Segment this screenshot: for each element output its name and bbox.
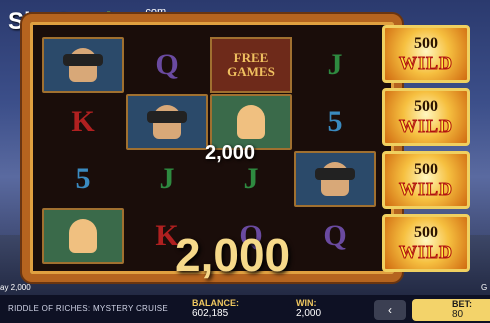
bet-button[interactable]: BET: 80 [412,299,490,321]
symbol-5: 5 [75,162,91,195]
wild-amount: 500 [414,160,438,178]
back-arrow-button[interactable]: ‹ [374,300,406,320]
win-ticker-left: ay 2,000 [0,283,31,292]
symbol-j: J [327,48,343,81]
wild-amount: 500 [414,223,438,241]
win-display: WIN: 2,000 [296,298,321,319]
symbol-j: J [159,162,175,195]
wild-amount: 500 [414,34,438,52]
wild-word: WILD [398,178,453,199]
symbol-lady [42,208,124,264]
symbol-free-games: FREE GAMES [210,37,292,93]
total-win-amount: 2,000 [175,229,291,281]
win-value: 2,000 [296,308,322,319]
balance-value: 602,185 [192,308,229,319]
win-ticker-right: G [481,283,488,292]
wild-symbol: 500 WILD [382,214,470,272]
wild-word: WILD [398,52,453,73]
symbol-q: Q [323,219,347,252]
symbol-gentleman [126,94,208,150]
symbol-gentleman [294,151,376,207]
symbol-k: K [71,105,95,138]
wild-symbol: 500 WILD [382,88,470,146]
wild-word: WILD [398,115,453,136]
symbol-q: Q [155,48,179,81]
line-win-amount: 2,000 [205,142,256,164]
free-games-label: FREE GAMES [227,50,275,79]
wild-reel: 500 WILD 500 WILD 500 WILD 500 WILD [382,25,472,278]
wild-symbol: 500 WILD [382,25,470,83]
balance-label: BALANCE: [192,298,239,308]
wild-symbol: 500 WILD [382,151,470,209]
symbol-5: 5 [327,105,343,138]
bet-label: BET: [452,299,472,309]
bet-value: 80 [452,309,464,320]
wild-word: WILD [398,241,453,262]
wild-amount: 500 [414,97,438,115]
balance-display: BALANCE: 602,185 [192,298,239,319]
game-title: RIDDLE OF RICHES: MYSTERY CRUISE [8,304,168,313]
win-label: WIN: [296,298,317,308]
symbol-sailor-man [42,37,124,93]
